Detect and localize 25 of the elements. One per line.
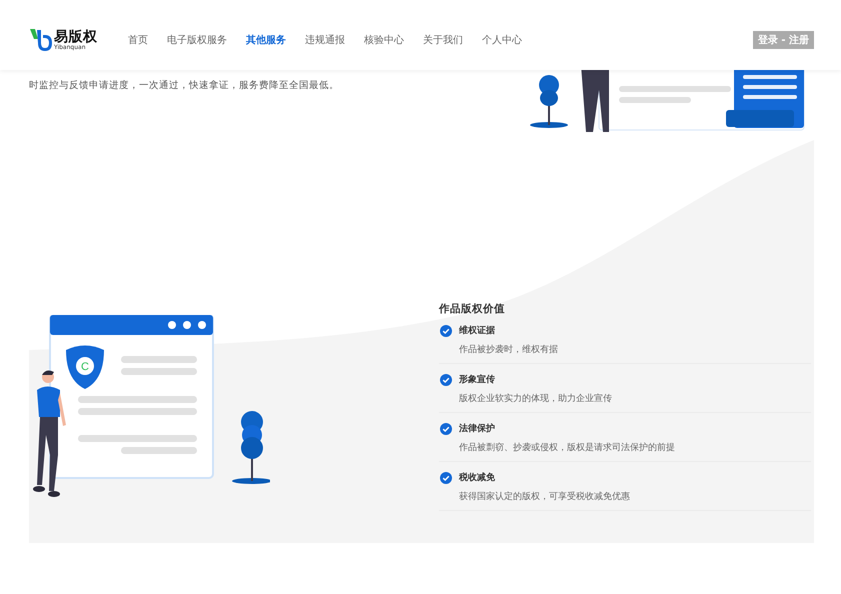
brand-name: 易版权 xyxy=(54,30,98,44)
nav-link[interactable]: 违规通报 xyxy=(305,33,345,47)
check-icon xyxy=(440,422,452,434)
value-title: 形象宣传 xyxy=(459,373,495,386)
nav-link[interactable]: 核验中心 xyxy=(364,33,404,47)
shield-icon xyxy=(66,346,104,389)
nav-link[interactable]: 首页 xyxy=(128,33,148,47)
shield-letter: C xyxy=(81,361,89,373)
value-title: 税收减免 xyxy=(459,471,495,484)
value-title: 维权证据 xyxy=(459,324,495,337)
nav-link[interactable]: 其他服务 xyxy=(246,33,286,47)
value-description: 作品被剽窃、抄袭或侵权，版权是请求司法保护的前提 xyxy=(459,442,676,454)
nav-link[interactable]: 个人中心 xyxy=(482,33,522,47)
logo-icon xyxy=(29,27,53,53)
check-icon xyxy=(440,324,452,336)
value-description: 获得国家认定的版权，可享受税收减免优惠 xyxy=(459,490,631,503)
value-description: 作品被抄袭时，维权有据 xyxy=(459,344,559,356)
nav-link[interactable]: 电子版权服务 xyxy=(167,33,227,47)
value-description: 版权企业软实力的体现，助力企业宣传 xyxy=(459,392,613,405)
nav-link[interactable]: 关于我们 xyxy=(423,33,463,47)
value-title: 法律保护 xyxy=(459,422,495,435)
check-icon xyxy=(440,374,452,386)
check-icon xyxy=(440,472,452,484)
intro-text: 时监控与反馈申请进度，一次通过，快速拿证，服务费降至全国最低。 xyxy=(29,79,339,92)
section-title: 作品版权价值 xyxy=(439,302,506,316)
